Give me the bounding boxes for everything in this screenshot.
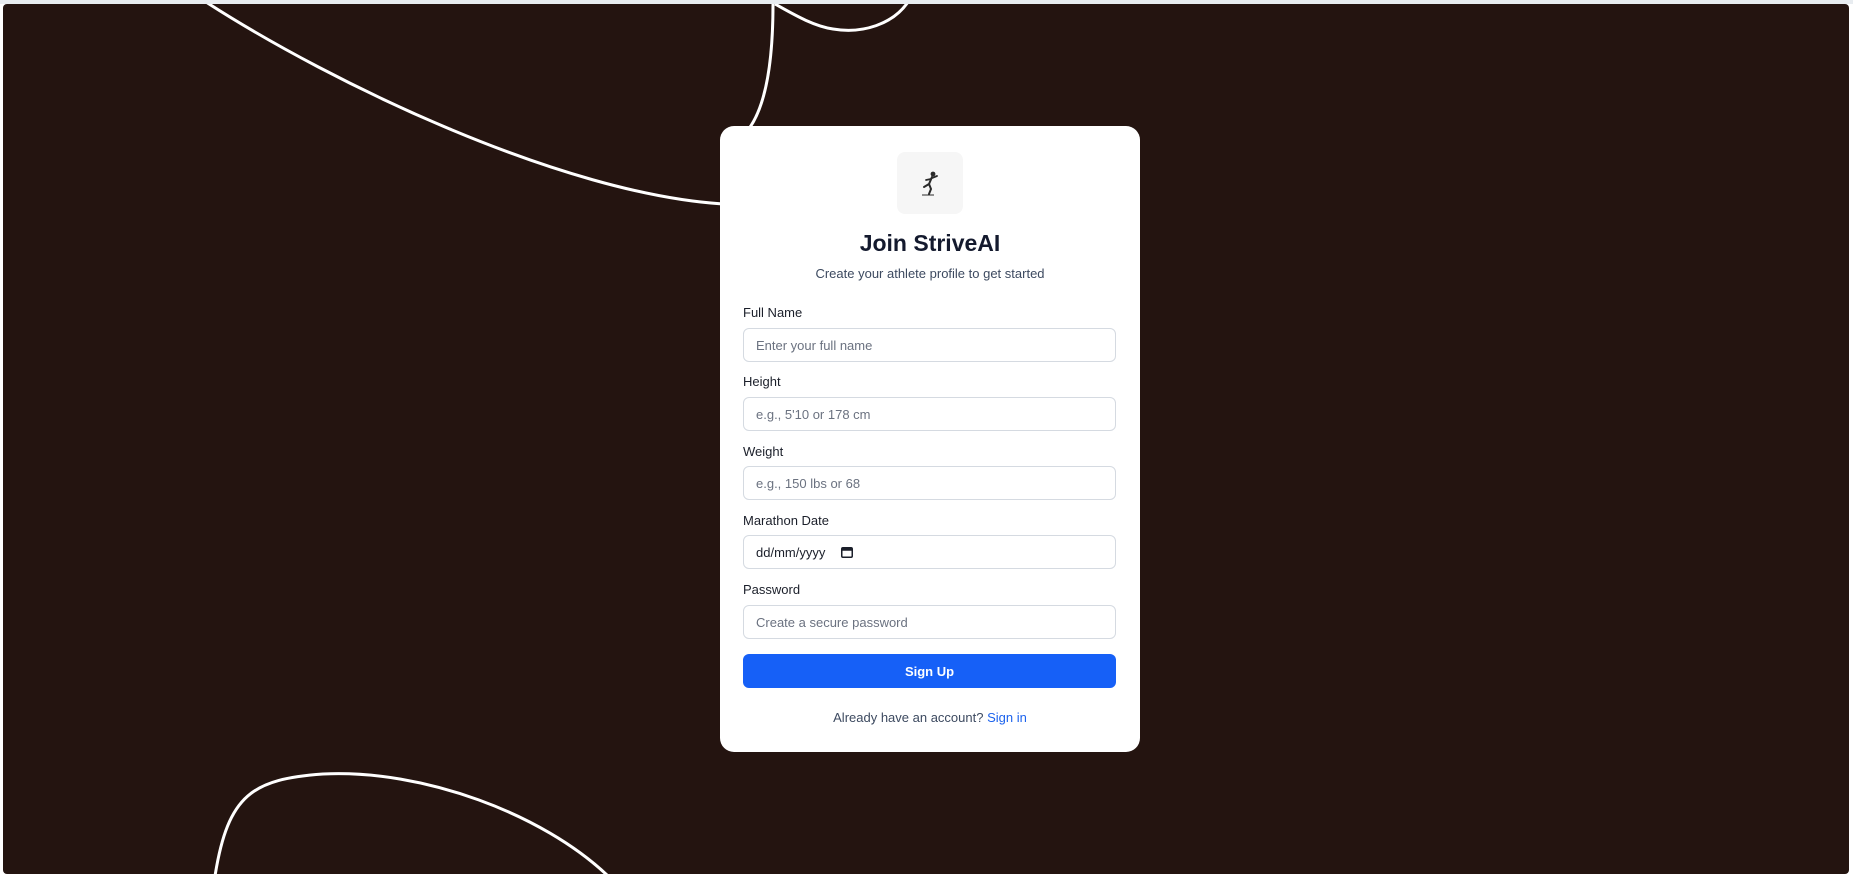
page-subtitle: Create your athlete profile to get start…: [815, 266, 1045, 281]
password-input[interactable]: [743, 605, 1116, 639]
full-name-label: Full Name: [743, 305, 803, 320]
sign-up-button[interactable]: Sign Up: [743, 654, 1116, 688]
weight-input[interactable]: [743, 466, 1116, 500]
height-label: Height: [743, 374, 781, 389]
calendar-icon[interactable]: [841, 546, 854, 558]
page-title: Join StriveAI: [859, 230, 1001, 256]
height-input[interactable]: [743, 397, 1116, 431]
sign-in-prompt-text: Already have an account?: [833, 710, 984, 725]
runner-icon: [922, 171, 938, 196]
full-name-input[interactable]: [743, 328, 1116, 362]
signup-card: Join StriveAI Create your athlete profil…: [720, 126, 1140, 752]
sign-in-prompt: Already have an account? Sign in: [720, 710, 1140, 725]
sign-in-link[interactable]: Sign in: [987, 710, 1027, 725]
logo: [897, 152, 963, 214]
password-label: Password: [743, 582, 801, 597]
marathon-date-input[interactable]: dd/mm/yyyy: [743, 535, 1116, 569]
marathon-date-label: Marathon Date: [743, 513, 829, 528]
weight-label: Weight: [743, 444, 784, 459]
date-placeholder: dd/mm/yyyy: [756, 544, 826, 560]
